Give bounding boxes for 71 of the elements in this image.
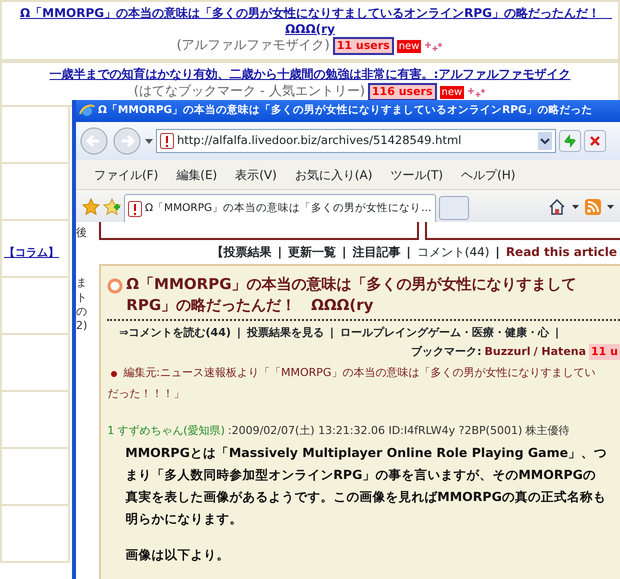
post-number: 1	[107, 422, 114, 439]
post-meta: :2009/02/07(土) 13:21:32.06 ID:I4fRLW4y ?2BP(5001) 株主優待	[228, 422, 570, 439]
page-text-fragment: ま	[76, 276, 88, 291]
table-cell	[0, 506, 70, 564]
bookmark-label: ブックマーク:	[411, 344, 482, 360]
separator: |	[406, 244, 411, 261]
menu-item[interactable]: 編集(E)	[176, 166, 218, 184]
separator: |	[236, 325, 241, 341]
table-cell	[0, 335, 70, 392]
sparkle-icon	[424, 40, 444, 52]
address-field[interactable]: http://alfalfa.livedoor.biz/archives/51428549.html	[156, 129, 556, 153]
menu-item[interactable]: お気に入り(A)	[294, 166, 372, 184]
page-text-fragment: 後	[76, 226, 88, 240]
new-tab-button[interactable]	[438, 196, 469, 220]
table-cell	[0, 449, 70, 506]
quote-text: 編集元:ニュース速報板より「「MMORPG」の本当の意味は「多くの男が女性になりすましてい	[123, 365, 596, 381]
source-text: (はてなブックマーク - 人気エントリー)	[134, 84, 365, 101]
menu-item[interactable]: 表示(V)	[235, 166, 277, 184]
sparkle-icon	[467, 86, 486, 98]
browser-tab[interactable]: Ω「MMORPG」の本当の意味は「多くの男が女性になり…	[124, 194, 436, 222]
separator: |	[554, 325, 559, 341]
home-icon[interactable]	[548, 198, 566, 216]
new-label: new	[396, 40, 422, 53]
nav-link[interactable]: コメント(44)	[416, 243, 490, 261]
browser-logo-icon	[79, 103, 95, 119]
source-text: (アルファルファモザイク)	[176, 38, 330, 55]
separator: |	[495, 244, 500, 261]
entry-title-link[interactable]: Ω「MMORPG」の本当の意味は「多くの男が女性になりすましているオンラインRPG」の略だったんだ！ ΩΩΩ(ry	[4, 6, 616, 38]
table-cell	[0, 392, 70, 450]
bullet-icon	[111, 371, 118, 377]
caret-icon[interactable]	[607, 205, 614, 209]
quote-text: だった！！！」	[107, 386, 184, 402]
page-text-fragment: 2)	[76, 319, 88, 334]
menu-item[interactable]: ファイル(F)	[94, 166, 158, 184]
post-author: すずめちゃん(愛知県)	[117, 422, 225, 439]
nav-link[interactable]: Read this article	[506, 243, 617, 261]
back-icon[interactable]	[79, 126, 109, 156]
separator: |	[330, 325, 334, 341]
caret-icon[interactable]	[145, 138, 153, 144]
separator: |	[342, 244, 346, 261]
separator: |	[278, 244, 282, 261]
menu-item[interactable]: ヘルプ(H)	[461, 166, 516, 184]
caret-icon[interactable]	[572, 205, 579, 209]
category-link[interactable]: 【コラム】	[4, 246, 59, 260]
entry-title-link[interactable]: 一歳半までの知育はかなり有効、二歳から十歳間の勉強は非常に有害。:アルファルファモザイク	[4, 67, 616, 84]
warning-page-icon	[160, 133, 174, 149]
star-icon[interactable]	[82, 198, 100, 216]
circle-bullet-icon	[107, 278, 124, 294]
nav-link[interactable]: 更新一覧	[288, 243, 336, 261]
warning-page-icon	[128, 200, 142, 216]
post-paragraph: MMORPGとは「Massively Multiplayer Online Role Playing Game」、つまり「多人数同時参加型オンラインRPG」の事を言いますが、そのMMORPGの真実を表した画像があるようです。この画像を見ればMMORPGの真の正式名称も明らかになります。	[125, 444, 608, 528]
dropdown-icon[interactable]	[538, 132, 552, 150]
window-title: Ω「MMORPG」の本当の意味は「多くの男が女性になりすましているオンラインRPG」の略だった	[98, 103, 593, 118]
feed-icon[interactable]	[585, 199, 601, 215]
article-title: RPG」の略だったんだ！ ΩΩΩ(ry	[126, 295, 374, 316]
article-title: Ω「MMORPG」の本当の意味は「多くの男が女性になりすまして	[126, 274, 577, 295]
action-link[interactable]: ロールプレイングゲーム・医療・健康・心	[340, 325, 549, 342]
post-paragraph: 画像は以下より。	[125, 546, 230, 564]
bookmark-link[interactable]: Buzzurl	[484, 344, 531, 360]
nav-link[interactable]: 【投票結果	[212, 243, 272, 261]
action-link[interactable]: ⇒コメントを読む(44)	[119, 325, 231, 342]
menu-item[interactable]: ツール(T)	[390, 166, 444, 184]
page-text-fragment: ト	[76, 290, 88, 305]
bookmark-link[interactable]: / Hatena	[534, 344, 586, 360]
page-text-fragment: の	[76, 304, 88, 320]
refresh-icon[interactable]	[559, 130, 581, 152]
close-icon[interactable]	[584, 130, 606, 152]
new-label: new	[440, 86, 464, 99]
add-favorite-icon[interactable]	[103, 198, 121, 216]
nav-link[interactable]: 注目記事	[352, 243, 400, 261]
action-link[interactable]: 投票結果を見る	[246, 325, 324, 342]
